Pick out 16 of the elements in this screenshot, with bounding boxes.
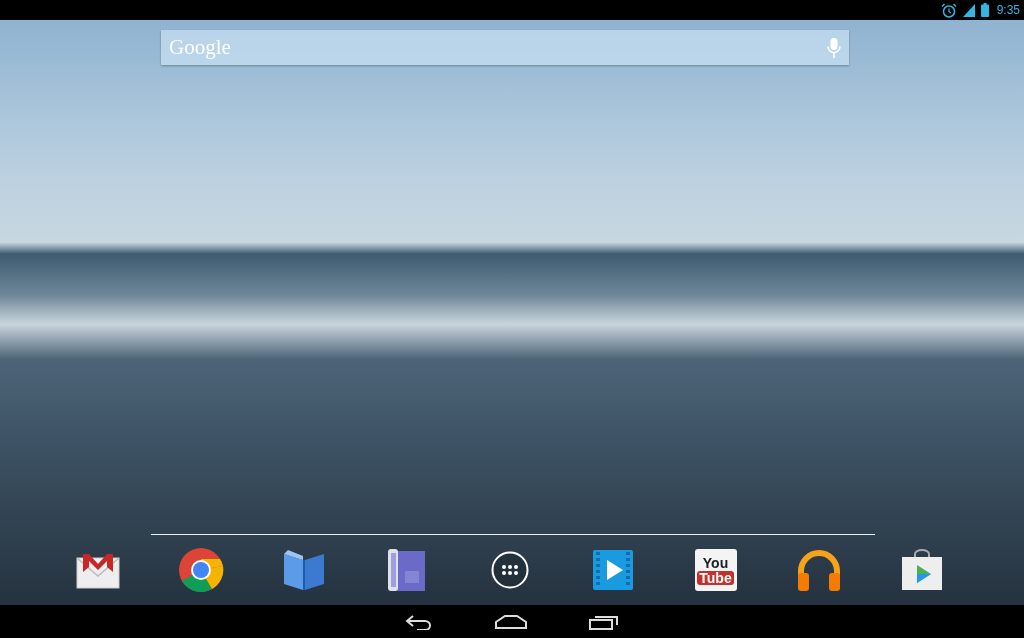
shopping-bag-icon[interactable]	[900, 549, 943, 591]
logo-word: You	[702, 555, 729, 570]
play-film-icon[interactable]	[592, 550, 633, 590]
search-logo: Google	[169, 33, 231, 61]
battery-icon	[980, 3, 989, 17]
clock-time: 9:35	[996, 2, 1020, 19]
app-grid-icon[interactable]	[490, 551, 529, 589]
notebook-icon[interactable]	[386, 547, 427, 593]
color-wheel-icon[interactable]	[177, 547, 224, 593]
logo-word: Tube	[697, 570, 734, 585]
open-book-icon[interactable]	[281, 548, 326, 592]
youtube-app-icon[interactable]: You Tube	[694, 549, 737, 591]
recent-apps-icon[interactable]	[589, 613, 619, 630]
back-icon[interactable]	[405, 613, 433, 630]
home-icon[interactable]	[495, 614, 527, 629]
signal-icon	[962, 3, 975, 17]
